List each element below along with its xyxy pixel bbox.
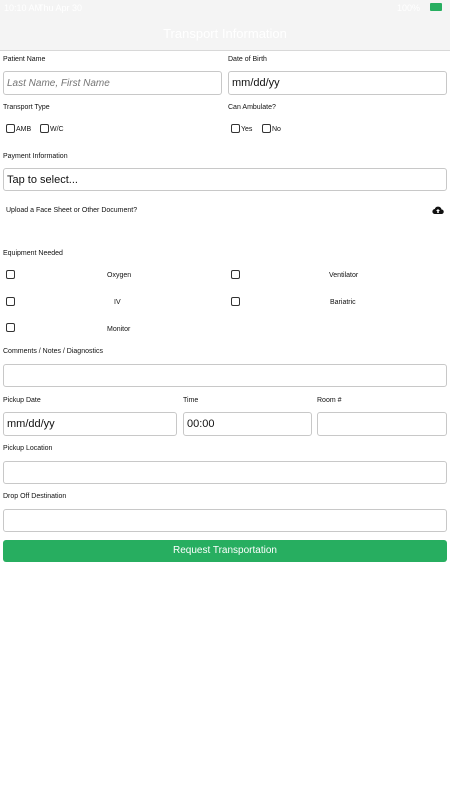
status-time: 10:10 AM	[4, 3, 43, 13]
nav-bar: Transport Information	[0, 18, 450, 51]
amb-checkbox[interactable]	[6, 124, 15, 133]
amb-label: AMB	[16, 126, 32, 133]
status-date: Thu Apr 30	[38, 3, 83, 13]
bariatric-checkbox[interactable]	[231, 297, 240, 306]
dob-label: Date of Birth	[228, 56, 267, 63]
status-bar: 10:10 AM Thu Apr 30 100%	[0, 0, 450, 18]
time-input[interactable]: 00:00	[183, 412, 312, 436]
iv-checkbox[interactable]	[6, 297, 15, 306]
monitor-label: Monitor	[107, 326, 131, 333]
bariatric-label: Bariatric	[330, 299, 356, 306]
patient-name-label: Patient Name	[3, 56, 46, 63]
request-transportation-button[interactable]: Request Transportation	[3, 540, 447, 562]
yes-checkbox[interactable]	[231, 124, 240, 133]
battery-icon	[430, 3, 442, 11]
pickup-location-input[interactable]	[3, 461, 447, 484]
dob-input[interactable]: mm/dd/yy	[228, 71, 447, 95]
wc-checkbox[interactable]	[40, 124, 49, 133]
page-title: Transport Information	[163, 26, 287, 41]
patient-name-input[interactable]	[3, 71, 222, 95]
payment-select[interactable]: Tap to select...	[3, 168, 447, 191]
pickup-date-label: Pickup Date	[3, 397, 41, 404]
upload-label: Upload a Face Sheet or Other Document?	[6, 207, 138, 214]
pickup-location-label: Pickup Location	[3, 445, 53, 452]
cloud-upload-icon[interactable]	[432, 205, 444, 216]
comments-label: Comments / Notes / Diagnostics	[3, 348, 103, 355]
comments-input[interactable]	[3, 364, 447, 387]
can-ambulate-label: Can Ambulate?	[228, 104, 276, 111]
payment-label: Payment Information	[3, 153, 68, 160]
oxygen-label: Oxygen	[107, 272, 132, 279]
dropoff-label: Drop Off Destination	[3, 493, 67, 500]
status-signal: 100%	[396, 3, 420, 13]
ventilator-checkbox[interactable]	[231, 270, 240, 279]
room-label: Room #	[317, 397, 342, 404]
equipment-label: Equipment Needed	[3, 250, 63, 257]
oxygen-checkbox[interactable]	[6, 270, 15, 279]
room-input[interactable]	[317, 412, 447, 436]
ventilator-label: Ventilator	[329, 272, 359, 279]
dropoff-input[interactable]	[3, 509, 447, 532]
wc-label: W/C	[50, 126, 64, 133]
no-label: No	[272, 126, 281, 133]
pickup-date-input[interactable]: mm/dd/yy	[3, 412, 177, 436]
yes-label: Yes	[241, 126, 253, 133]
no-checkbox[interactable]	[262, 124, 271, 133]
monitor-checkbox[interactable]	[6, 323, 15, 332]
transport-type-label: Transport Type	[3, 104, 50, 111]
iv-label: IV	[114, 299, 121, 306]
time-label: Time	[183, 397, 199, 404]
